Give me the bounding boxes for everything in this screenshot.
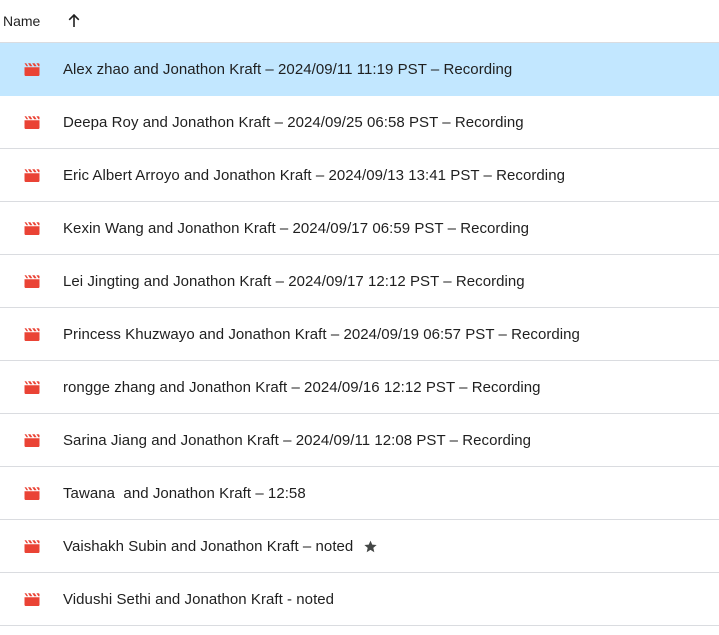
file-row-8[interactable]: Sarina Jiang and Jonathon Kraft – 2024/0… <box>0 414 719 467</box>
video-file-icon <box>23 485 41 501</box>
file-row-9[interactable]: Tawana and Jonathon Kraft – 12:58 <box>0 467 719 520</box>
file-name: Lei Jingting and Jonathon Kraft – 2024/0… <box>63 272 525 290</box>
video-file-icon <box>23 432 41 448</box>
video-file-icon <box>23 220 41 236</box>
name-column-header[interactable]: Name <box>3 13 40 29</box>
file-row-2[interactable]: Deepa Roy and Jonathon Kraft – 2024/09/2… <box>0 96 719 149</box>
file-name: Kexin Wang and Jonathon Kraft – 2024/09/… <box>63 219 530 237</box>
file-name: Tawana and Jonathon Kraft – 12:58 <box>63 484 306 502</box>
video-file-icon <box>23 538 41 554</box>
video-file-icon <box>23 326 41 342</box>
file-row-4[interactable]: Kexin Wang and Jonathon Kraft – 2024/09/… <box>0 202 719 255</box>
file-name: Alex zhao and Jonathon Kraft – 2024/09/1… <box>63 60 513 78</box>
column-header: Name <box>0 0 719 43</box>
video-file-icon <box>23 167 41 183</box>
sort-ascending-arrow-up-icon[interactable] <box>66 13 82 29</box>
file-name: Sarina Jiang and Jonathon Kraft – 2024/0… <box>63 431 532 449</box>
file-name: Eric Albert Arroyo and Jonathon Kraft – … <box>63 166 565 184</box>
file-row-11[interactable]: Vidushi Sethi and Jonathon Kraft - noted <box>0 573 719 626</box>
file-name: Vidushi Sethi and Jonathon Kraft - noted <box>63 590 335 608</box>
file-name: Deepa Roy and Jonathon Kraft – 2024/09/2… <box>63 113 524 131</box>
video-file-icon <box>23 379 41 395</box>
video-file-icon <box>23 273 41 289</box>
video-file-icon <box>23 61 41 77</box>
file-row-3[interactable]: Eric Albert Arroyo and Jonathon Kraft – … <box>0 149 719 202</box>
video-file-icon <box>23 591 41 607</box>
file-row-6[interactable]: Princess Khuzwayo and Jonathon Kraft – 2… <box>0 308 719 361</box>
file-name: Princess Khuzwayo and Jonathon Kraft – 2… <box>63 325 580 343</box>
file-list: Name Alex zhao and Jonathon Kraft – 2024… <box>0 0 719 635</box>
file-row-1[interactable]: Alex zhao and Jonathon Kraft – 2024/09/1… <box>0 43 719 96</box>
file-row-10[interactable]: Vaishakh Subin and Jonathon Kraft – note… <box>0 520 719 573</box>
file-rows: Alex zhao and Jonathon Kraft – 2024/09/1… <box>0 43 719 626</box>
file-row-7[interactable]: rongge zhang and Jonathon Kraft – 2024/0… <box>0 361 719 414</box>
video-file-icon <box>23 114 41 130</box>
file-name: rongge zhang and Jonathon Kraft – 2024/0… <box>63 378 541 396</box>
file-row-5[interactable]: Lei Jingting and Jonathon Kraft – 2024/0… <box>0 255 719 308</box>
file-name: Vaishakh Subin and Jonathon Kraft – note… <box>63 537 354 555</box>
star-icon[interactable] <box>363 539 378 554</box>
